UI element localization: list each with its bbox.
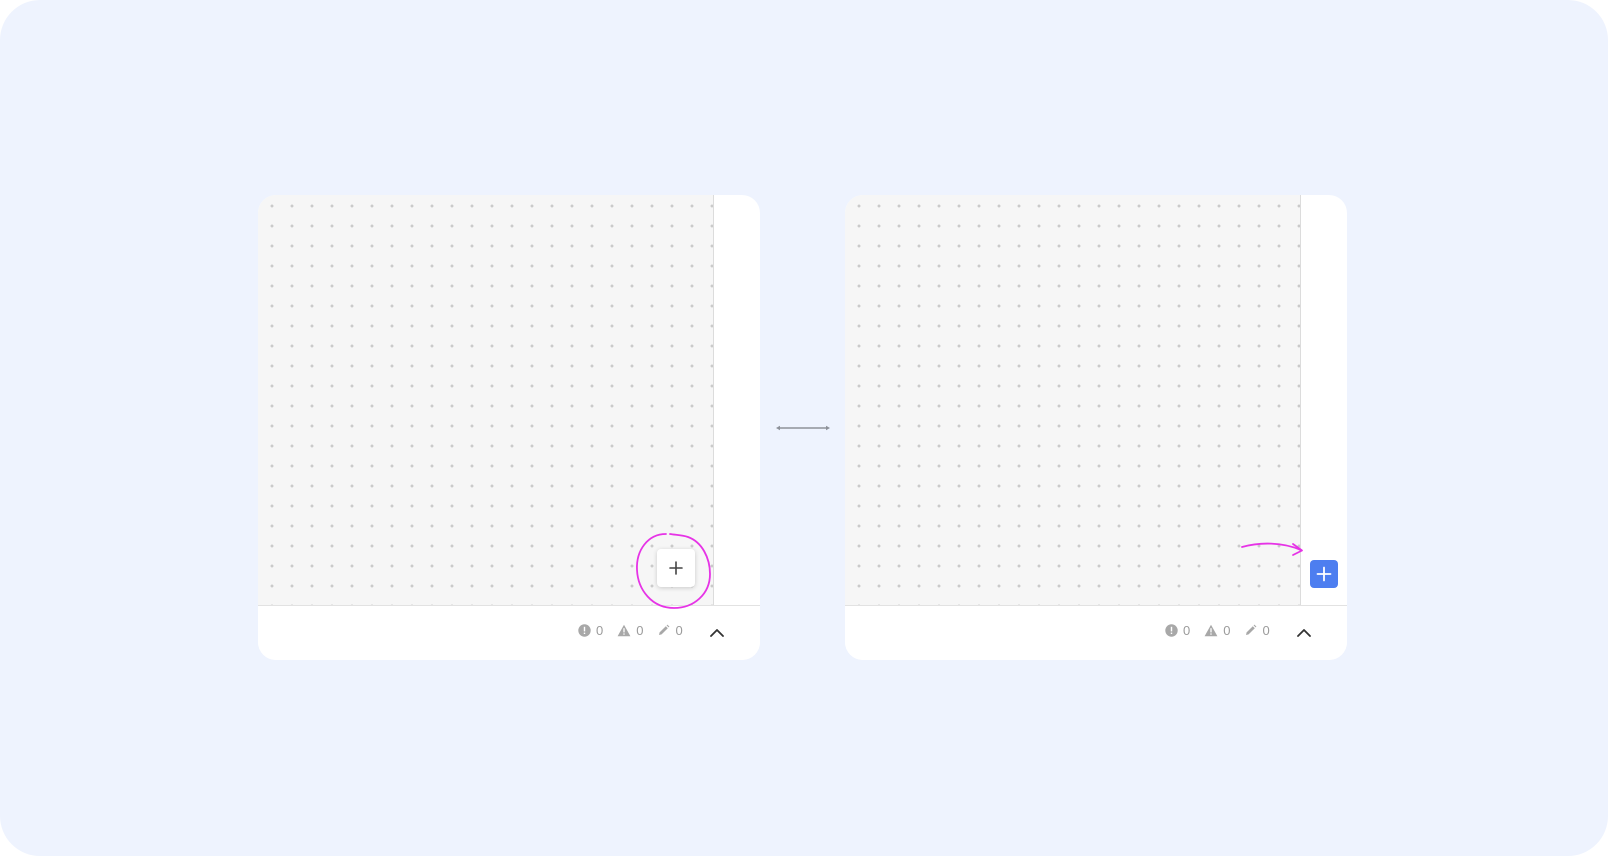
- add-node-button[interactable]: [657, 549, 695, 587]
- bottom-status-bar: 0 0 0: [845, 605, 1347, 660]
- edit-counter[interactable]: 0: [1244, 623, 1270, 638]
- warning-counter[interactable]: 0: [617, 623, 643, 638]
- warning-counter[interactable]: 0: [1204, 623, 1230, 638]
- chevron-up-icon[interactable]: [1293, 622, 1315, 644]
- add-node-button[interactable]: [1310, 560, 1338, 588]
- double-arrow-connector: [776, 425, 830, 431]
- dot-grid-canvas[interactable]: [845, 195, 1301, 605]
- plus-icon: [1316, 566, 1332, 582]
- error-counter[interactable]: 0: [578, 623, 603, 638]
- error-counter[interactable]: 0: [1165, 623, 1190, 638]
- warning-icon: [1204, 624, 1218, 637]
- error-count: 0: [1183, 623, 1191, 638]
- error-count: 0: [596, 623, 604, 638]
- chevron-up-icon[interactable]: [706, 622, 728, 644]
- warning-count: 0: [1223, 623, 1231, 638]
- status-counters: 0 0 0: [578, 623, 697, 638]
- status-counters: 0 0 0: [1165, 623, 1284, 638]
- edit-counter[interactable]: 0: [657, 623, 683, 638]
- error-icon: [1165, 624, 1178, 637]
- edit-count: 0: [1262, 623, 1270, 638]
- edit-count: 0: [675, 623, 683, 638]
- error-icon: [578, 624, 591, 637]
- right-panel: 0 0 0: [845, 195, 1347, 660]
- comparison-stage: 0 0 0 0 0 0: [0, 0, 1608, 856]
- pencil-icon: [659, 624, 670, 635]
- left-panel: 0 0 0: [258, 195, 760, 660]
- plus-icon: [669, 561, 683, 575]
- warning-icon: [617, 624, 631, 637]
- warning-count: 0: [636, 623, 644, 638]
- bottom-status-bar: 0 0 0: [258, 605, 760, 660]
- pencil-icon: [1246, 624, 1257, 635]
- dot-grid-canvas[interactable]: [258, 195, 714, 605]
